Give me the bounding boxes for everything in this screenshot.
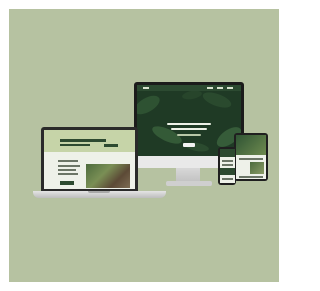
tablet [234,133,268,181]
nav-link [227,87,233,89]
laptop-text-line [58,169,76,171]
laptop-headline-line [60,139,106,142]
monitor-nav-bar [137,85,241,91]
nav-link [217,87,223,89]
hero-subtitle-line [177,134,201,136]
nav-link [207,87,213,89]
laptop-text-line [58,173,78,175]
phone-header-band [219,149,235,157]
tablet-hero-image [236,135,266,155]
phone-image-band [219,168,235,175]
laptop-screen-website [44,130,135,189]
laptop-hero-band [44,130,135,152]
laptop [41,127,138,191]
tablet-content-image [250,162,264,174]
hero-headline-line [171,128,207,130]
mockup-stage [0,0,288,291]
phone-text-line [221,178,233,180]
tablet-text-line [239,176,263,178]
laptop-text-line [58,160,78,162]
laptop-headline-line [60,144,90,146]
nav-logo [143,87,149,89]
laptop-cta-button [60,181,74,185]
monitor-screen-website [137,85,241,156]
phone [218,147,236,185]
tablet-screen-website [236,135,266,179]
tablet-text-line [239,158,263,160]
phone-text-line [221,164,233,166]
phone-screen-website [219,149,235,183]
monitor-stand-neck [176,168,200,182]
laptop-header-button [104,144,118,147]
hero-cta-button [183,143,195,147]
laptop-garden-photo [86,164,130,188]
monitor-stand-foot [166,181,212,186]
phone-text-line [221,160,233,162]
laptop-opening-notch [88,191,110,193]
hero-headline-line [167,123,211,125]
laptop-text-line [58,165,80,167]
